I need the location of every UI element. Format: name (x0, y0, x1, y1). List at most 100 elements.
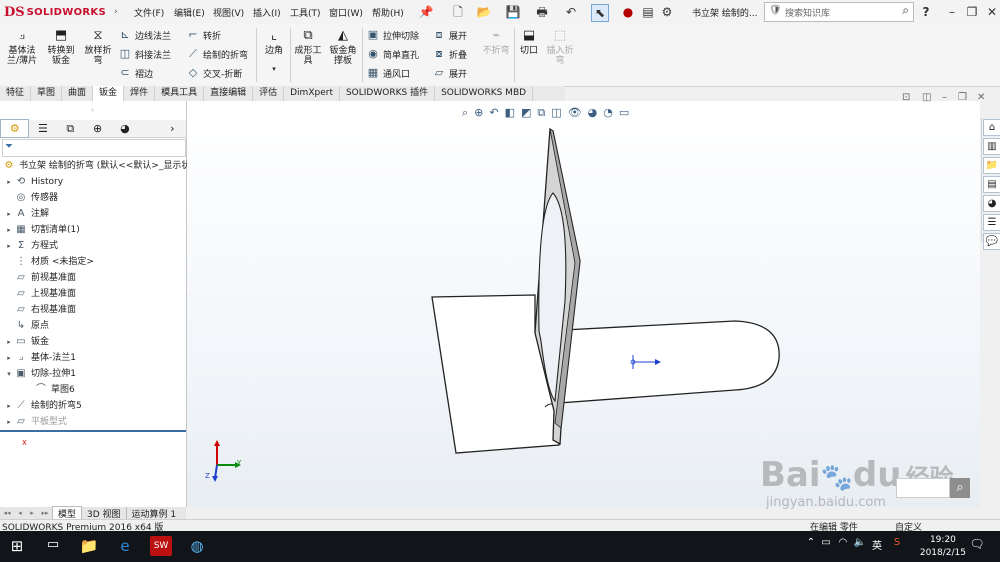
watermark-search-icon[interactable]: ⌕ (950, 478, 970, 498)
menu-file[interactable]: 文件(F) (134, 6, 164, 19)
undo-icon[interactable]: ↶ (563, 4, 579, 20)
chevron-right-icon[interactable]: ▸ (4, 222, 14, 238)
tab-solidworks-addins[interactable]: SOLIDWORKS 插件 (340, 86, 436, 101)
edge-flange-button[interactable]: ⊾ 边线法兰 (118, 28, 171, 42)
ime-indicator[interactable]: 英 (866, 537, 888, 552)
menu-help[interactable]: 帮助(H) (372, 6, 404, 19)
tab-evaluate[interactable]: 评估 (253, 86, 285, 101)
tab-motion-study-1[interactable]: 运动算例 1 (127, 507, 182, 520)
solidworks-resources-icon[interactable]: ⌂ (983, 119, 1000, 136)
lofted-bend-button[interactable]: ⧖ 放样折 弯 (80, 28, 116, 66)
custom-properties-icon[interactable]: ☰ (983, 214, 1000, 231)
tree-item[interactable]: ▸ A 注解 (4, 206, 49, 222)
hem-button[interactable]: ⊂ 褶边 (118, 66, 153, 80)
tab-solidworks-mbd[interactable]: SOLIDWORKS MBD (435, 86, 534, 101)
rebuild-icon[interactable]: ● (620, 4, 636, 20)
insert-bends-button[interactable]: ⬚ 插入折 弯 (544, 28, 576, 66)
tree-item[interactable]: ⌒ 草图6 (24, 382, 75, 398)
zoom-to-fit-icon[interactable]: ⌕ (462, 106, 468, 120)
extruded-cut-button[interactable]: ▣ 拉伸切除 (366, 28, 419, 42)
convert-to-sheet-metal-button[interactable]: ⬒ 转换到 钣金 (43, 28, 79, 66)
rip-button[interactable]: ⬓ 切口 (516, 28, 542, 56)
corner-button[interactable]: ⌞ 边角 ▾ (261, 28, 287, 74)
tree-item[interactable]: ▱ 前视基准面 (4, 270, 76, 286)
viewport-restore-icon[interactable]: ⊡ (902, 92, 910, 103)
viewport-close-icon[interactable]: ✕ (977, 92, 985, 103)
property-manager-tab-icon[interactable]: ☰ (29, 120, 56, 137)
chevron-right-icon[interactable]: ▸ (4, 398, 14, 414)
panel-grip-icon[interactable]: ◦ (90, 106, 95, 115)
menu-insert[interactable]: 插入(I) (253, 6, 281, 19)
tab-sheet-metal[interactable]: 钣金 (93, 86, 125, 101)
tree-item[interactable]: ▱ 右视基准面 (4, 302, 76, 318)
edit-appearance-icon[interactable]: ◕ (588, 106, 598, 120)
tree-item[interactable]: ◎ 传感器 (4, 190, 58, 206)
gusset-button[interactable]: ◭ 钣金角 撑板 (326, 28, 360, 66)
chevron-right-icon[interactable]: ▸ (4, 174, 14, 190)
dimxpert-manager-tab-icon[interactable]: ⊕ (84, 120, 111, 137)
view-settings-icon[interactable]: ▭ (619, 106, 629, 120)
tree-item[interactable]: ▸ ⟋ 绘制的折弯5 (4, 398, 82, 414)
vent-button[interactable]: ▦ 通风口 (366, 66, 410, 80)
chevron-right-icon[interactable]: › (159, 120, 186, 137)
pin-icon[interactable]: 📌 (418, 4, 434, 20)
jog-button[interactable]: ⌐ 转折 (186, 28, 221, 42)
corner-dropdown-icon[interactable]: ▾ (261, 64, 287, 74)
last-tab-icon[interactable]: ▸▸ (38, 509, 52, 517)
menu-window[interactable]: 窗口(W) (329, 6, 363, 19)
hide-show-items-icon[interactable]: 👁 (568, 106, 582, 120)
flatten-button[interactable]: ▱ 展开 (432, 66, 467, 80)
miter-flange-button[interactable]: ◫ 斜接法兰 (118, 47, 171, 61)
viewport-maximize-icon[interactable]: ❐ (958, 92, 967, 103)
sogou-ime-icon[interactable]: S (886, 537, 908, 548)
tree-item[interactable]: ▸ ▦ 切割清单(1) (4, 222, 80, 238)
solidworks-logo[interactable]: DS SOLIDWORKS › (4, 4, 118, 20)
options-gear-icon[interactable]: ⚙ (659, 4, 675, 20)
tab-surfaces[interactable]: 曲面 (62, 86, 94, 101)
solidworks-taskbar-icon[interactable]: SW (150, 536, 172, 556)
dynamic-annotation-icon[interactable]: ◩ (521, 106, 531, 120)
tab-features[interactable]: 特征 (0, 86, 32, 101)
tree-item[interactable]: ▸ ⟓ 基体-法兰1 (4, 350, 76, 366)
new-document-icon[interactable]: 🗋 (450, 4, 466, 20)
save-icon[interactable]: 💾 (505, 4, 521, 20)
file-properties-icon[interactable]: ▤ (640, 4, 656, 20)
help-icon[interactable]: ? (918, 4, 934, 20)
open-folder-icon[interactable]: 📂 (476, 4, 492, 20)
search-scope-icon[interactable]: 🛡 (769, 5, 782, 16)
tree-item[interactable]: ↳ 原点 (4, 318, 49, 334)
tab-dimxpert[interactable]: DimXpert (284, 86, 340, 101)
edge-browser-icon[interactable]: e (114, 537, 136, 555)
search-icon[interactable]: ⌕ (902, 3, 909, 18)
chevron-right-icon[interactable]: › (114, 7, 118, 17)
section-view-icon[interactable]: ◧ (505, 106, 515, 120)
configuration-manager-tab-icon[interactable]: ⧉ (57, 120, 84, 137)
tree-root[interactable]: ⚙ 书立架 绘制的折弯 (默认<<默认>_显示状 (2, 158, 191, 174)
menu-view[interactable]: 视图(V) (213, 6, 244, 19)
first-tab-icon[interactable]: ◂◂ (0, 509, 14, 517)
tree-item[interactable]: ▸ Σ 方程式 (4, 238, 58, 254)
print-icon[interactable]: 🖶 (534, 4, 550, 20)
fold-button[interactable]: ⧇ 折叠 (432, 47, 468, 61)
tab-3d-views[interactable]: 3D 视图 (82, 506, 127, 520)
chevron-right-icon[interactable]: ▸ (4, 414, 14, 430)
simple-hole-button[interactable]: ◉ 简单直孔 (366, 47, 419, 61)
display-style-icon[interactable]: ◫ (551, 106, 561, 120)
windows-start-icon[interactable]: ⊞ (6, 537, 28, 555)
menu-edit[interactable]: 编辑(E) (174, 6, 205, 19)
watermark-search-input[interactable] (896, 478, 950, 498)
tab-mold-tools[interactable]: 模具工具 (155, 86, 205, 101)
view-palette-icon[interactable]: ▤ (983, 176, 1000, 193)
viewport-minimize-icon[interactable]: – (942, 92, 947, 103)
tab-direct-editing[interactable]: 直接编辑 (204, 86, 254, 101)
display-manager-tab-icon[interactable]: ◕ (111, 120, 138, 137)
chevron-right-icon[interactable]: ▸ (4, 238, 14, 254)
file-explorer-taskbar-icon[interactable]: 📁 (78, 537, 100, 555)
design-library-icon[interactable]: ▥ (983, 138, 1000, 155)
tree-item[interactable]: ▱ 上视基准面 (4, 286, 76, 302)
tree-item[interactable]: ⋮ 材质 <未指定> (4, 254, 94, 270)
notification-center-icon[interactable]: 🗨 (966, 537, 988, 551)
file-explorer-icon[interactable]: 📁 (983, 157, 1000, 174)
chevron-down-icon[interactable]: ▾ (4, 366, 14, 382)
zoom-to-area-icon[interactable]: ⊕ (474, 106, 483, 120)
